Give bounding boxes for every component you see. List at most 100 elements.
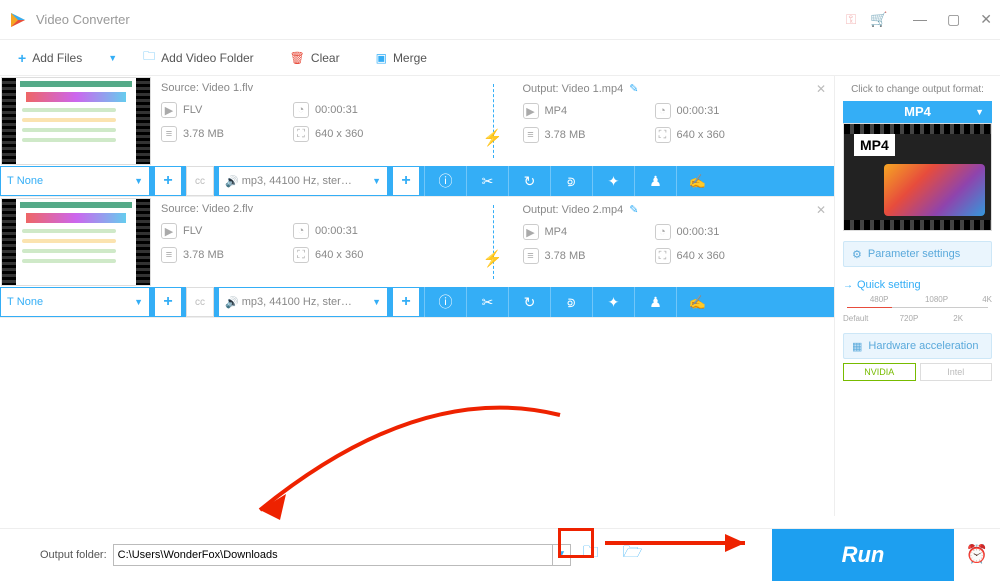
browse-folder-icon[interactable]: 🗁: [623, 541, 643, 568]
speaker-icon: 🔊: [225, 296, 239, 309]
format-preview[interactable]: MP4: [843, 123, 992, 231]
edit-name-icon[interactable]: ✎: [629, 83, 638, 95]
rotate-tool-icon[interactable]: ↻: [508, 287, 550, 317]
main-toolbar: +Add Files ▼ 🗀 Add Video Folder 🗑Clear ▣ M…: [0, 40, 1000, 76]
clear-button[interactable]: 🗑Clear: [272, 40, 358, 75]
output-folder-caret[interactable]: ▼: [553, 544, 571, 566]
cc-button[interactable]: cc: [186, 287, 214, 317]
format-icon: ▶: [523, 103, 539, 119]
output-resolution: 640 x 360: [677, 129, 725, 141]
output-size: 3.78 MB: [545, 250, 586, 262]
edit-name-icon[interactable]: ✎: [629, 204, 638, 216]
subtitle-select[interactable]: T None▼: [0, 287, 150, 317]
output-size: 3.78 MB: [545, 129, 586, 141]
output-format-select[interactable]: MP4▼: [843, 101, 992, 123]
merge-button[interactable]: ▣ Merge: [358, 40, 445, 75]
edit-tool-icon[interactable]: ✍: [676, 287, 718, 317]
scheduler-icon[interactable]: ⏰: [954, 529, 1000, 581]
source-resolution: 640 x 360: [315, 128, 363, 140]
cut-tool-icon[interactable]: ✂: [466, 287, 508, 317]
footer-bar: Output folder: ▼ 🗀 🗁 Run ⏰: [0, 528, 1000, 580]
add-files-button[interactable]: +Add Files: [0, 40, 100, 75]
bolt-icon: ⚡: [483, 128, 503, 148]
chevron-down-icon: ▼: [134, 297, 143, 307]
add-files-caret-icon[interactable]: ▼: [108, 53, 117, 63]
source-format: FLV: [183, 225, 202, 237]
quick-setting-slider[interactable]: 480P 1080P 4K Default 720P 2K: [843, 295, 992, 323]
video-thumbnail[interactable]: [1, 198, 151, 286]
audio-select[interactable]: 🔊 mp3, 44100 Hz, ster…▼: [218, 166, 388, 196]
cc-button[interactable]: cc: [186, 166, 214, 196]
open-folder-icon[interactable]: 🗀: [583, 541, 599, 568]
scale-tick: 1080P: [925, 295, 948, 304]
add-files-label: Add Files: [32, 51, 82, 65]
size-icon: ≡: [523, 127, 539, 143]
output-title: Output: Video 1.mp4: [523, 83, 624, 95]
size-icon: ≡: [161, 126, 177, 142]
resolution-icon: ⛶: [293, 247, 309, 263]
cut-tool-icon[interactable]: ✂: [466, 166, 508, 196]
close-button[interactable]: ✕: [980, 11, 992, 28]
chevron-down-icon: ▼: [372, 297, 381, 307]
remove-item-button[interactable]: ✕: [816, 82, 826, 96]
folder-icon: 🗀: [143, 47, 155, 68]
merge-label: Merge: [393, 51, 427, 65]
cart-icon[interactable]: 🛒: [865, 11, 893, 28]
add-subtitle-button[interactable]: +: [154, 166, 182, 196]
watermark-tool-icon[interactable]: ♟: [634, 166, 676, 196]
info-tool-icon[interactable]: ⓘ: [424, 287, 466, 317]
source-title: Source: Video 1.flv: [161, 82, 463, 94]
rotate-tool-icon[interactable]: ↻: [508, 166, 550, 196]
effect-tool-icon[interactable]: ✦: [592, 166, 634, 196]
video-thumbnail[interactable]: [1, 77, 151, 165]
quick-setting-label: Quick setting: [843, 279, 992, 291]
subtitle-value: None: [17, 296, 43, 308]
scale-tick: 2K: [953, 314, 963, 323]
edit-tool-icon[interactable]: ✍: [676, 166, 718, 196]
output-format-value: MP4: [904, 104, 931, 119]
output-format: MP4: [545, 105, 568, 117]
add-subtitle-button[interactable]: +: [154, 287, 182, 317]
parameter-settings-button[interactable]: ⚙Parameter settings: [843, 241, 992, 267]
parameter-settings-label: Parameter settings: [868, 248, 960, 260]
chevron-down-icon: ▼: [134, 176, 143, 186]
add-video-folder-button[interactable]: 🗀 Add Video Folder: [125, 40, 272, 75]
output-duration: 00:00:31: [677, 105, 720, 117]
change-format-label: Click to change output format:: [843, 84, 992, 95]
remove-item-button[interactable]: ✕: [816, 203, 826, 217]
source-duration: 00:00:31: [315, 225, 358, 237]
hardware-acceleration-button[interactable]: ▦Hardware acceleration: [843, 333, 992, 359]
chevron-down-icon: ▼: [372, 176, 381, 186]
add-audio-button[interactable]: +: [392, 287, 420, 317]
info-tool-icon[interactable]: ⓘ: [424, 166, 466, 196]
clock-icon: ◔: [655, 103, 671, 119]
subtitle-select[interactable]: T None▼: [0, 166, 150, 196]
merge-icon: ▣: [376, 51, 387, 65]
scale-tick: 4K: [982, 295, 992, 304]
clock-icon: ◔: [293, 223, 309, 239]
source-size: 3.78 MB: [183, 249, 224, 261]
crop-tool-icon[interactable]: ⟄: [550, 166, 592, 196]
app-logo: [8, 10, 28, 30]
audio-select[interactable]: 🔊 mp3, 44100 Hz, ster…▼: [218, 287, 388, 317]
output-folder-input[interactable]: [113, 544, 553, 566]
key-icon[interactable]: ⚿: [837, 11, 865, 28]
effect-tool-icon[interactable]: ✦: [592, 287, 634, 317]
maximize-button[interactable]: ▢: [947, 11, 960, 28]
crop-tool-icon[interactable]: ⟄: [550, 287, 592, 317]
list-item: Source: Video 1.flv ▶FLV ◔00:00:31 ≡3.78…: [0, 76, 834, 197]
add-audio-button[interactable]: +: [392, 166, 420, 196]
speaker-icon: 🔊: [225, 175, 239, 188]
nvidia-badge: NVIDIA: [843, 363, 916, 381]
output-folder-label: Output folder:: [40, 549, 107, 561]
hardware-acceleration-label: Hardware acceleration: [868, 340, 978, 352]
output-resolution: 640 x 360: [677, 250, 725, 262]
app-title: Video Converter: [36, 12, 837, 27]
run-button[interactable]: Run: [772, 529, 954, 581]
source-duration: 00:00:31: [315, 104, 358, 116]
file-list: Source: Video 1.flv ▶ FLV ◔ 00:00:31 ≡ 3.78…: [0, 76, 834, 516]
output-format: MP4: [545, 226, 568, 238]
watermark-tool-icon[interactable]: ♟: [634, 287, 676, 317]
add-folder-label: Add Video Folder: [161, 51, 254, 65]
minimize-button[interactable]: —: [913, 11, 927, 28]
